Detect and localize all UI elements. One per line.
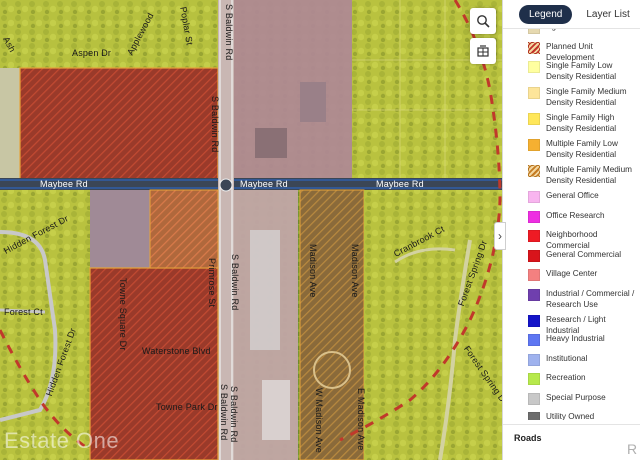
- legend-label: Village Center: [546, 269, 598, 278]
- legend-label: Industrial / Commercial / Research Use: [546, 288, 635, 309]
- legend-item: Office Research: [503, 210, 640, 230]
- legend-item: Single Family Low Density Residential: [503, 60, 640, 86]
- legend-item: Neighborhood Commercial: [503, 229, 640, 250]
- legend-item: General Office: [503, 190, 640, 210]
- street-label-madison-4: E Madison Ave: [356, 388, 366, 451]
- street-label-maybee-3: Maybee Rd: [376, 179, 424, 189]
- legend-item: Heavy Industrial: [503, 333, 640, 353]
- legend-swatch: [528, 191, 540, 203]
- roads-cut-label: R: [627, 441, 638, 457]
- legend-swatch: [528, 334, 540, 346]
- legend-panel: Legend Layer List Agricultural / Rural Pl…: [502, 0, 640, 460]
- legend-swatch: [528, 288, 540, 301]
- legend-label: Multiple Family Medium Density Residenti…: [546, 165, 632, 185]
- legend-swatch: [528, 113, 540, 125]
- legend-swatch: [528, 373, 540, 385]
- tab-layer-list[interactable]: Layer List: [576, 5, 639, 24]
- legend-item: Multiple Family Medium Density Residenti…: [503, 164, 640, 190]
- watermark: Estate One: [4, 428, 120, 453]
- legend-swatch: [528, 353, 540, 366]
- panel-tabs: Legend Layer List: [503, 0, 640, 28]
- street-label-baldwin-1: S Baldwin Rd: [224, 4, 234, 61]
- legend-swatch: [528, 269, 540, 281]
- legend-swatch: [528, 314, 540, 327]
- legend-swatch: [528, 87, 540, 99]
- legend-swatch: [528, 249, 540, 262]
- legend-item: Single Family Medium Density Residential: [503, 86, 640, 112]
- search-icon: [477, 15, 490, 28]
- legend-swatch: [528, 41, 540, 54]
- legend-list[interactable]: Agricultural / Rural Planned Unit Develop…: [503, 28, 640, 420]
- legend-label: Office Research: [546, 210, 605, 220]
- legend-label: Special Purpose: [546, 392, 606, 402]
- legend-label: Institutional: [546, 353, 588, 363]
- search-button[interactable]: [470, 8, 496, 34]
- street-label-baldwin-4: S Baldwin Rd: [229, 386, 239, 443]
- legend-item: Industrial / Commercial / Research Use: [503, 288, 640, 314]
- legend-item: Single Family High Density Residential: [503, 112, 640, 138]
- street-label-waterstone: Waterstone Blvd: [142, 346, 211, 356]
- legend-swatch: [528, 165, 540, 177]
- street-label-maybee-2: Maybee Rd: [240, 179, 288, 189]
- legend-item: Planned Unit Development: [503, 41, 640, 62]
- legend-swatch: [528, 29, 540, 34]
- street-label-madison-3: W Madison Ave: [314, 388, 324, 453]
- legend-swatch: [528, 139, 540, 151]
- street-label-madison-1: Madison Ave: [308, 244, 318, 298]
- legend-item: Agricultural / Rural: [503, 29, 640, 41]
- legend-item: Recreation: [503, 372, 640, 392]
- street-label-baldwin-5: S Baldwin Rd: [219, 384, 229, 441]
- collapse-panel-button[interactable]: ›: [494, 222, 506, 250]
- legend-item: Multiple Family Low Density Residential: [503, 138, 640, 164]
- street-label-forest-ct: Forest Ct: [4, 307, 43, 317]
- legend-label: Multiple Family Low Density Residential: [546, 139, 618, 159]
- legend-label: Recreation: [546, 373, 586, 382]
- legend-swatch: [528, 210, 540, 223]
- street-label-towne-square: Towne Square Dr: [118, 278, 128, 351]
- legend-item: Utility Owned: [503, 411, 640, 420]
- tab-legend[interactable]: Legend: [519, 4, 573, 24]
- legend-swatch: [528, 230, 540, 242]
- map-canvas[interactable]: [0, 0, 502, 460]
- basemap-button[interactable]: [470, 38, 496, 64]
- legend-swatch: [528, 392, 540, 405]
- legend-item: Village Center: [503, 268, 640, 288]
- legend-swatch: [528, 412, 540, 420]
- legend-label: Single Family Medium Density Residential: [546, 87, 627, 107]
- street-label-primrose: Primrose St: [207, 258, 217, 308]
- legend-swatch: [528, 61, 540, 73]
- zoning-map[interactable]: Aspen Dr Applewood Poplar St Ash S Baldw…: [0, 0, 502, 460]
- legend-label: Heavy Industrial: [546, 334, 605, 343]
- legend-item: Research / Light Industrial: [503, 314, 640, 335]
- street-label-towne-park: Towne Park Dr: [156, 402, 218, 412]
- basemap-icon: [477, 45, 489, 57]
- street-label-baldwin-2: S Baldwin Rd: [210, 96, 220, 153]
- legend-item: Special Purpose: [503, 392, 640, 412]
- legend-label: Single Family Low Density Residential: [546, 61, 617, 81]
- legend-item: General Commercial: [503, 249, 640, 269]
- street-label-baldwin-3: S Baldwin Rd: [230, 254, 240, 311]
- legend-label: General Commercial: [546, 249, 622, 259]
- street-label-maybee-1: Maybee Rd: [40, 179, 88, 189]
- roads-section: Roads R: [503, 424, 640, 460]
- legend-item: Institutional: [503, 353, 640, 373]
- legend-label: Single Family High Density Residential: [546, 113, 617, 133]
- legend-label: Agricultural / Rural: [546, 29, 613, 32]
- street-label-madison-2: Madison Ave: [350, 244, 360, 298]
- legend-label: Utility Owned: [546, 412, 595, 420]
- roads-title: Roads: [514, 433, 542, 443]
- legend-label: General Office: [546, 191, 599, 200]
- street-label-aspen: Aspen Dr: [72, 48, 112, 58]
